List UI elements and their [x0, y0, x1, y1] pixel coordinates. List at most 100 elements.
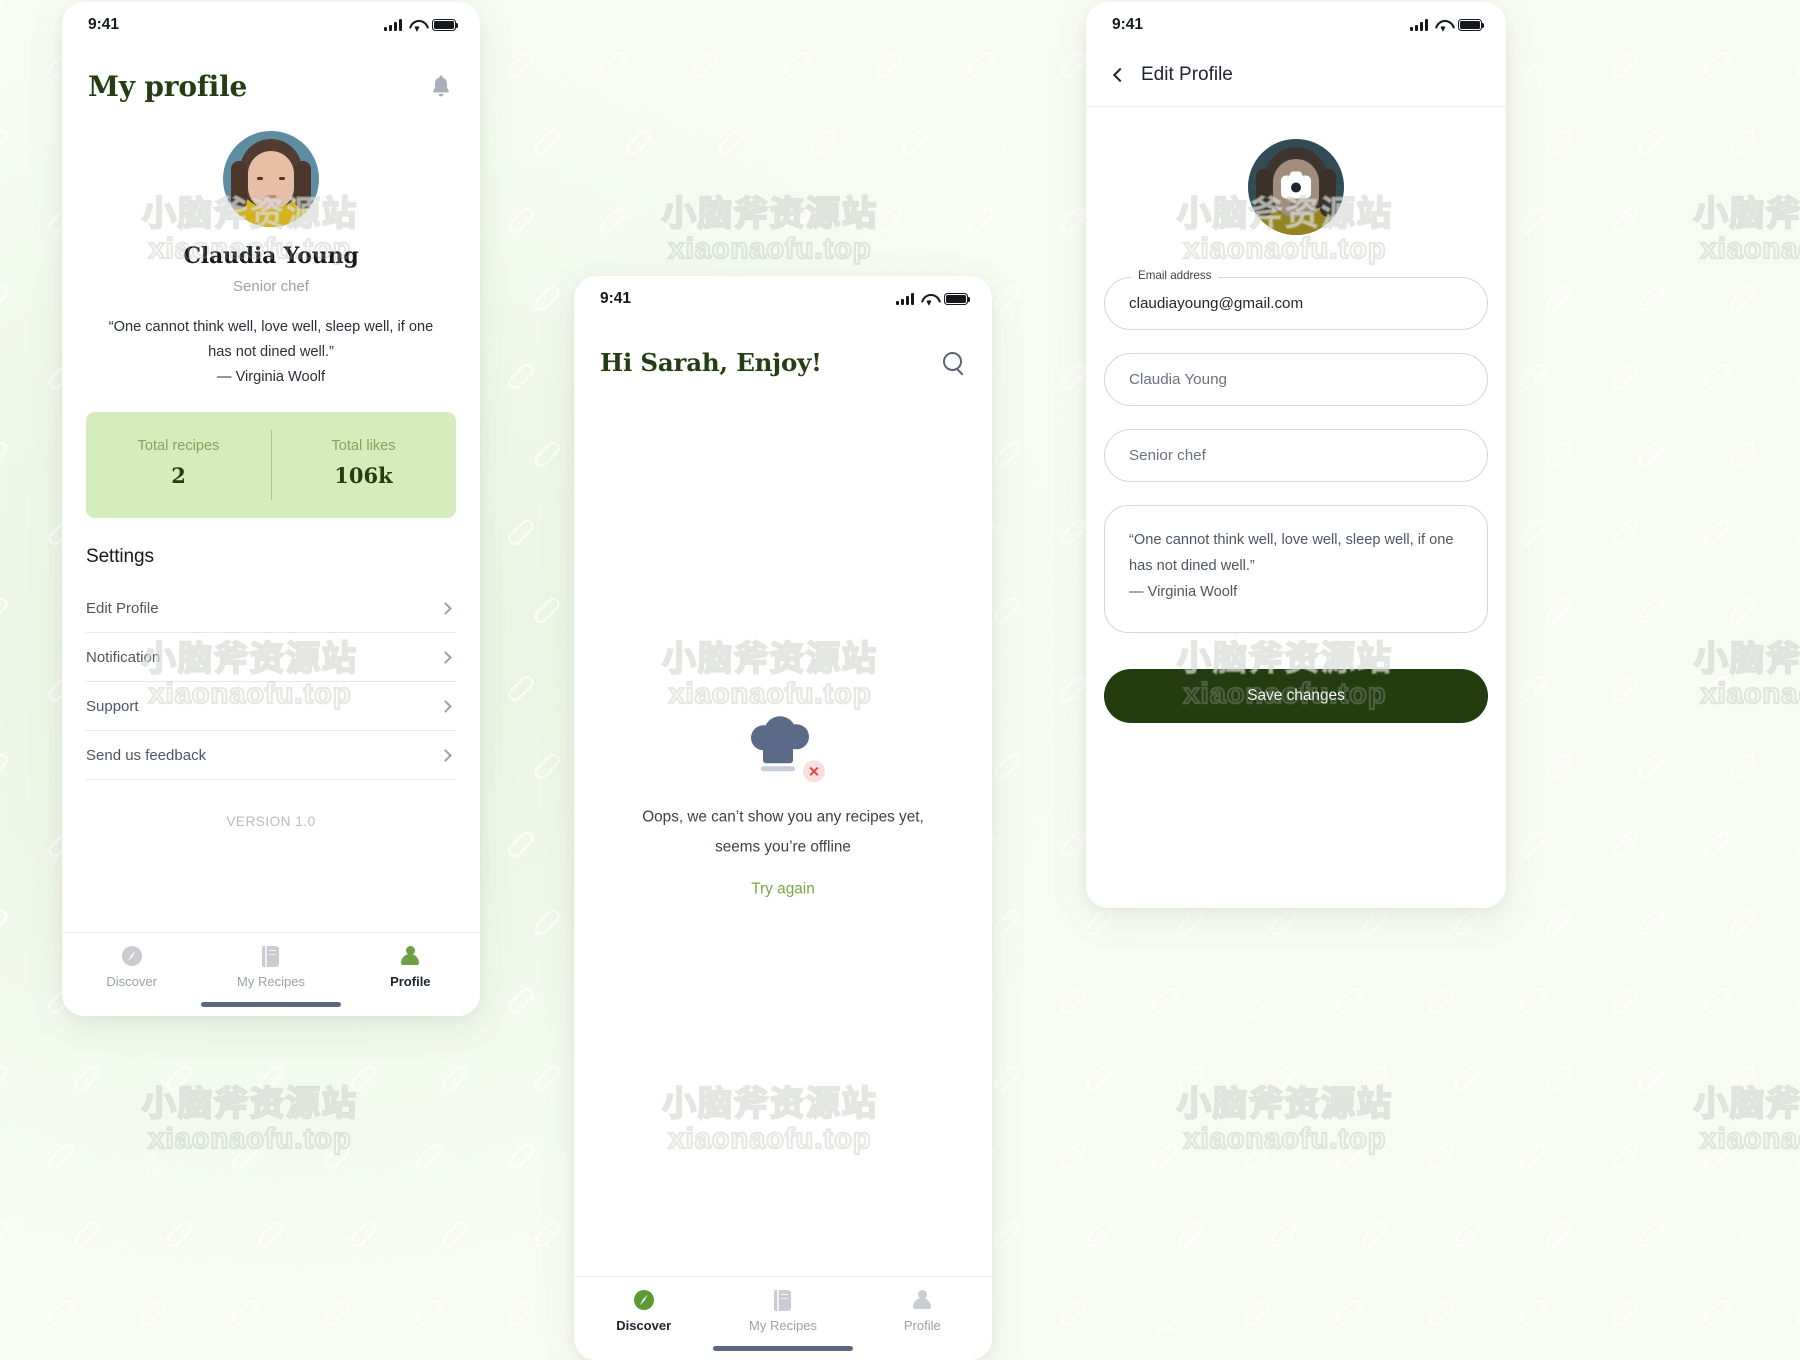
background-dash [505, 49, 537, 80]
background-dash [1057, 49, 1089, 80]
background-dash [781, 205, 813, 236]
background-dash [1175, 1219, 1207, 1250]
background-dash [1701, 205, 1733, 236]
background-dash [1057, 1141, 1089, 1172]
background-dash [1543, 1063, 1575, 1094]
background-dash [1543, 595, 1575, 626]
settings-item-notification[interactable]: Notification [86, 633, 456, 683]
watermark: 小脑斧资源站 xiaonaofu.top [1672, 194, 1800, 266]
camera-icon[interactable] [1281, 171, 1311, 199]
tab-discover[interactable]: Discover [574, 1289, 713, 1333]
background-dash [531, 595, 563, 626]
cellular-signal-icon [896, 293, 914, 305]
save-changes-button[interactable]: Save changes [1104, 668, 1488, 723]
person-icon [911, 1289, 933, 1311]
watermark-cn: 小脑斧资源站 [1693, 194, 1800, 234]
background-dash [1701, 829, 1733, 860]
battery-icon [1458, 19, 1485, 31]
bell-icon[interactable] [426, 72, 456, 102]
try-again-link[interactable]: Try again [608, 880, 958, 898]
background-dash [531, 127, 563, 158]
watermark: 小脑斧资源站 xiaonaofu.top [120, 1084, 380, 1156]
background-dash [1267, 1063, 1299, 1094]
background-dash [1451, 907, 1483, 938]
background-dash [623, 0, 655, 2]
background-dash [505, 673, 537, 704]
background-dash [1701, 49, 1733, 80]
tab-my-recipes[interactable]: My Recipes [713, 1289, 852, 1333]
status-icons [1410, 19, 1485, 31]
background-dash [1149, 985, 1181, 1016]
background-dash [1517, 1141, 1549, 1172]
edit-profile-navbar: Edit Profile [1086, 48, 1506, 107]
bio-line-2: has not dined well.” [1129, 557, 1255, 574]
background-dash [1609, 517, 1641, 548]
person-icon [399, 945, 421, 967]
background-dash [1609, 1297, 1641, 1328]
tab-profile[interactable]: Profile [341, 945, 480, 989]
background-dash [1609, 829, 1641, 860]
background-star: ☆ [138, 1148, 169, 1186]
background-dash [1727, 907, 1759, 938]
chevron-right-icon [439, 700, 452, 714]
background-dash [0, 439, 11, 470]
edit-avatar-wrap[interactable] [1086, 139, 1506, 235]
settings-item-edit-profile[interactable]: Edit Profile [86, 584, 456, 634]
background-dash [1543, 907, 1575, 938]
wifi-icon [1435, 19, 1451, 31]
compass-icon [121, 945, 143, 967]
email-field[interactable]: Email address claudiayoung@gmail.com [1104, 269, 1488, 330]
back-chevron-icon[interactable] [1112, 67, 1128, 83]
background-dash [531, 439, 563, 470]
background-dash [1701, 673, 1733, 704]
status-time: 9:41 [600, 290, 632, 307]
settings-heading: Settings [86, 546, 154, 568]
watermark-en: xiaonaofu.top [1699, 1122, 1800, 1156]
settings-item-send-us-feedback[interactable]: Send us feedback [86, 731, 456, 781]
watermark: 小脑斧资源站 xiaonaofu.top [1672, 639, 1800, 711]
search-icon[interactable] [942, 351, 966, 375]
background-dash [1635, 127, 1667, 158]
tab-discover[interactable]: Discover [62, 945, 201, 989]
background-dash [1793, 985, 1800, 1016]
cellular-signal-icon [384, 19, 402, 31]
app-version: VERSION 1.0 [226, 814, 316, 830]
bio-field[interactable]: “One cannot think well, love well, sleep… [1104, 505, 1488, 633]
background-dash [1333, 1297, 1365, 1328]
background-dash [1517, 829, 1549, 860]
empty-state: ✕ Oops, we can’t show you any recipes ye… [574, 716, 992, 898]
settings-item-label: Notification [86, 649, 161, 667]
status-bar: 9:41 [1086, 2, 1506, 48]
background-dash [0, 283, 11, 314]
background-dash [229, 1297, 261, 1328]
background-dash [1727, 0, 1759, 2]
background-star: ☆ [0, 0, 10, 14]
background-dash [255, 1063, 287, 1094]
background-dash [1057, 517, 1089, 548]
tab-my-recipes[interactable]: My Recipes [201, 945, 340, 989]
background-dash [1149, 1141, 1181, 1172]
role-field[interactable]: Senior chef [1104, 429, 1488, 482]
background-dash [597, 49, 629, 80]
background-dash [505, 1297, 537, 1328]
avatar[interactable] [1248, 139, 1344, 235]
background-dash [505, 361, 537, 392]
name-field[interactable]: Claudia Young [1104, 353, 1488, 406]
background-dash [1057, 985, 1089, 1016]
settings-item-support[interactable]: Support [86, 682, 456, 732]
background-dash [1701, 985, 1733, 1016]
background-dash [505, 1141, 537, 1172]
bio-line-3: — Virginia Woolf [1129, 583, 1238, 600]
quote-line-2: has not dined well.” [208, 344, 334, 361]
background-dash [1451, 1219, 1483, 1250]
background-dash [873, 49, 905, 80]
home-indicator [713, 1346, 853, 1351]
background-dash [1517, 673, 1549, 704]
profile-header: My profile [62, 48, 480, 103]
background-dash [1057, 1297, 1089, 1328]
tab-profile[interactable]: Profile [853, 1289, 992, 1333]
background-dash [1635, 751, 1667, 782]
background-dash [1635, 1063, 1667, 1094]
background-dash [991, 0, 1023, 2]
background-dash [1517, 517, 1549, 548]
